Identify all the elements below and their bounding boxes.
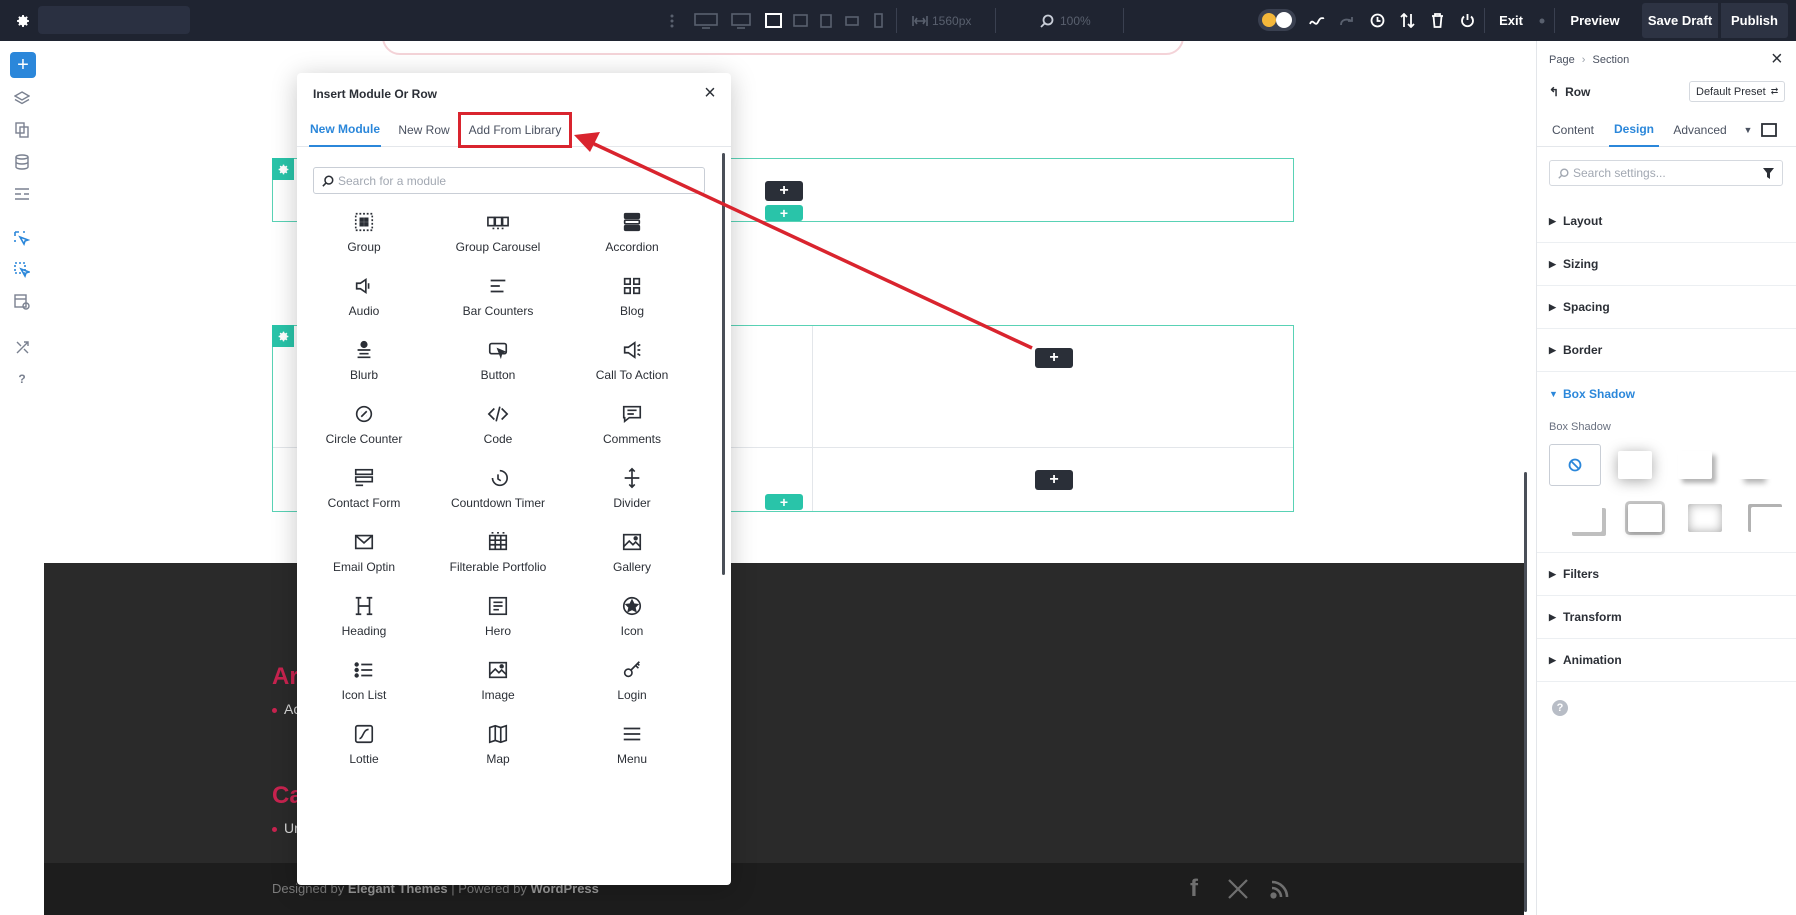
breadcrumb-section[interactable]: Section xyxy=(1593,54,1630,66)
filter-icon[interactable] xyxy=(1763,168,1774,179)
box-shadow-preset-7[interactable] xyxy=(1739,497,1791,539)
caret-right-icon: ▶ xyxy=(1549,215,1556,226)
section-box-shadow[interactable]: ▼ Box Shadow xyxy=(1537,372,1796,415)
caret-right-icon: ▶ xyxy=(1549,654,1556,665)
search-icon xyxy=(1558,167,1569,179)
section-spacing[interactable]: ▶ Spacing xyxy=(1537,286,1796,329)
box-shadow-none-option[interactable] xyxy=(1549,444,1601,486)
panel-tabs: Content Design Advanced ▼ xyxy=(1537,113,1796,147)
tab-design[interactable]: Design xyxy=(1609,113,1659,147)
breadcrumb-page[interactable]: Page xyxy=(1549,54,1575,66)
settings-search-input[interactable] xyxy=(1573,166,1753,180)
box-shadow-preset-2[interactable] xyxy=(1669,444,1721,486)
caret-right-icon: ▶ xyxy=(1549,344,1556,355)
help-circle-icon[interactable]: ? xyxy=(1552,700,1568,716)
none-icon xyxy=(1568,458,1582,472)
tab-advanced[interactable]: Advanced xyxy=(1665,113,1735,147)
caret-down-icon: ▼ xyxy=(1549,388,1558,399)
caret-right-icon: ▶ xyxy=(1549,568,1556,579)
box-shadow-preset-5[interactable] xyxy=(1619,497,1671,539)
back-arrow-icon: ↰ xyxy=(1549,85,1560,99)
section-transform[interactable]: ▶ Transform xyxy=(1537,596,1796,639)
canvas-scrollbar[interactable] xyxy=(1524,472,1527,912)
caret-right-icon: ▶ xyxy=(1549,611,1556,622)
preset-dropdown[interactable]: Default Preset ⇄ xyxy=(1689,81,1786,102)
box-shadow-preset-1[interactable] xyxy=(1609,444,1661,486)
preset-options-icon: ⇄ xyxy=(1770,86,1779,96)
box-shadow-preset-3[interactable] xyxy=(1729,444,1781,486)
box-shadow-preset-4[interactable] xyxy=(1559,497,1611,539)
element-title[interactable]: ↰ Row xyxy=(1549,85,1590,99)
caret-right-icon: ▶ xyxy=(1549,258,1556,269)
caret-right-icon: ▶ xyxy=(1549,301,1556,312)
panel-layout-icon[interactable] xyxy=(1759,113,1779,147)
section-border[interactable]: ▶ Border xyxy=(1537,329,1796,372)
section-animation[interactable]: ▶ Animation xyxy=(1537,639,1796,682)
section-filters[interactable]: ▶ Filters xyxy=(1537,553,1796,596)
preset-label: Default Preset xyxy=(1696,85,1766,98)
section-sizing[interactable]: ▶ Sizing xyxy=(1537,243,1796,286)
tab-content[interactable]: Content xyxy=(1543,113,1603,147)
settings-search-field[interactable] xyxy=(1549,160,1783,186)
tab-more-dropdown-icon[interactable]: ▼ xyxy=(1741,113,1755,147)
breadcrumb: Page › Section xyxy=(1549,54,1630,66)
section-layout[interactable]: ▶ Layout xyxy=(1537,200,1796,243)
settings-panel: Page › Section × ↰ Row Default Preset ⇄ C… xyxy=(1536,41,1796,915)
box-shadow-preset-6[interactable] xyxy=(1679,497,1731,539)
close-icon[interactable]: × xyxy=(1771,49,1783,69)
box-shadow-label: Box Shadow xyxy=(1549,421,1611,433)
